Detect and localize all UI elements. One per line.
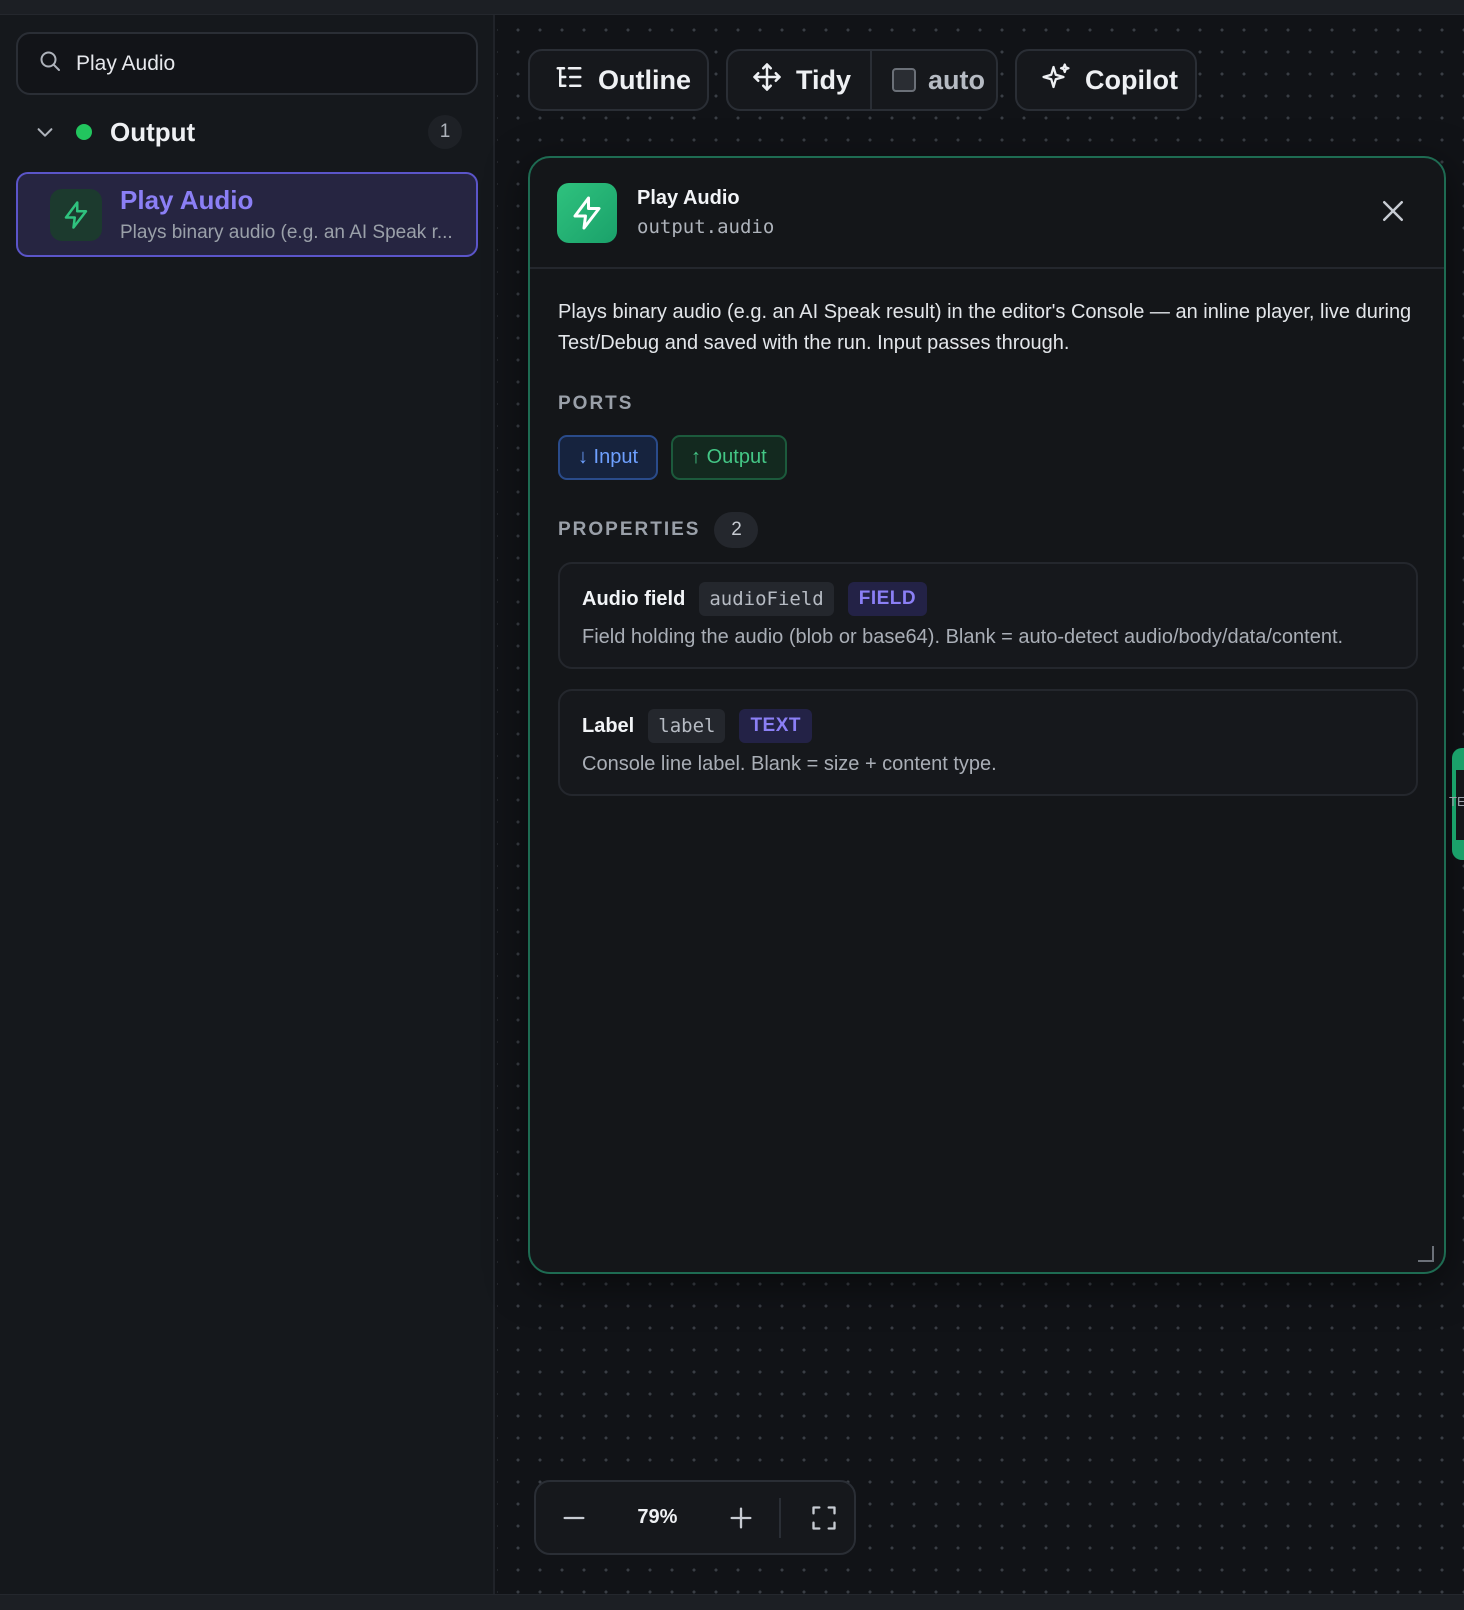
auto-checkbox[interactable]: [892, 68, 916, 92]
sparkles-icon: [1041, 62, 1085, 99]
node-library-sidebar: Output 1 Play Audio Plays binary audio (…: [0, 15, 495, 1594]
property-card: Audio field audioField FIELD Field holdi…: [558, 562, 1418, 669]
tidy-label: Tidy: [796, 64, 852, 95]
outline-button[interactable]: Outline: [528, 49, 709, 111]
ports-list: ↓ Input ↑ Output: [558, 435, 1416, 480]
tidy-group: Tidy auto: [726, 49, 998, 111]
node-detail-panel: Play Audio output.audio Plays binary aud…: [528, 156, 1446, 1274]
auto-label: auto: [928, 64, 985, 95]
property-type-badge: FIELD: [847, 582, 928, 616]
zoom-out-button[interactable]: [544, 1488, 603, 1548]
property-description: Field holding the audio (blob or base64)…: [582, 626, 1344, 648]
properties-heading: PROPERTIES: [558, 519, 701, 540]
property-name: Label: [582, 714, 635, 737]
node-item-title: Play Audio: [120, 185, 254, 215]
chevron-down-icon[interactable]: [34, 121, 56, 143]
tidy-button[interactable]: Tidy: [728, 51, 872, 109]
property-key: label: [648, 709, 726, 743]
properties-count-badge: 2: [714, 512, 759, 548]
bolt-icon: [50, 188, 102, 241]
move-icon: [752, 62, 796, 99]
zoom-controls: 79%: [534, 1480, 856, 1555]
canvas-node-peek-label: TE: [1449, 794, 1464, 809]
property-type-badge: TEXT: [739, 709, 813, 743]
copilot-label: Copilot: [1085, 64, 1178, 95]
minus-icon: [563, 1516, 585, 1519]
search-icon: [38, 49, 62, 78]
property-card: Label label TEXT Console line label. Bla…: [558, 689, 1418, 796]
zoom-in-button[interactable]: [712, 1488, 771, 1548]
close-icon[interactable]: [1378, 196, 1408, 226]
port-output: ↑ Output: [671, 435, 787, 480]
properties-header: PROPERTIES 2: [558, 512, 1416, 548]
panel-node-type: output.audio: [637, 216, 775, 238]
property-name: Audio field: [582, 587, 686, 610]
port-input: ↓ Input: [558, 435, 659, 480]
window-top-bar: [0, 0, 1464, 15]
bolt-icon: [557, 182, 617, 243]
panel-header: Play Audio output.audio: [530, 158, 1444, 269]
category-output[interactable]: Output 1: [16, 111, 478, 153]
panel-title: Play Audio: [637, 187, 740, 209]
panel-description: Plays binary audio (e.g. an AI Speak res…: [558, 301, 1412, 354]
node-item-play-audio[interactable]: Play Audio Plays binary audio (e.g. an A…: [16, 172, 478, 257]
ports-heading: PORTS: [558, 393, 634, 414]
outline-label: Outline: [598, 64, 691, 95]
outline-icon: [554, 62, 598, 99]
resize-handle[interactable]: [1418, 1246, 1434, 1262]
property-key: audioField: [699, 582, 834, 616]
fit-view-button[interactable]: [795, 1488, 854, 1548]
category-label: Output: [110, 116, 196, 147]
zoom-divider: [778, 1497, 781, 1538]
auto-toggle[interactable]: auto: [872, 51, 996, 109]
window-bottom-bar: [0, 1594, 1464, 1610]
search-box[interactable]: [16, 32, 478, 95]
category-status-dot: [76, 124, 92, 140]
node-item-description: Plays binary audio (e.g. an AI Speak r..…: [120, 222, 453, 243]
copilot-button[interactable]: Copilot: [1015, 49, 1197, 111]
fullscreen-icon: [812, 1505, 837, 1530]
zoom-level: 79%: [637, 1506, 678, 1528]
property-description: Console line label. Blank = size + conte…: [582, 753, 997, 775]
category-count-badge: 1: [428, 115, 462, 149]
plus-icon: [730, 1507, 752, 1528]
search-input[interactable]: [76, 51, 456, 76]
